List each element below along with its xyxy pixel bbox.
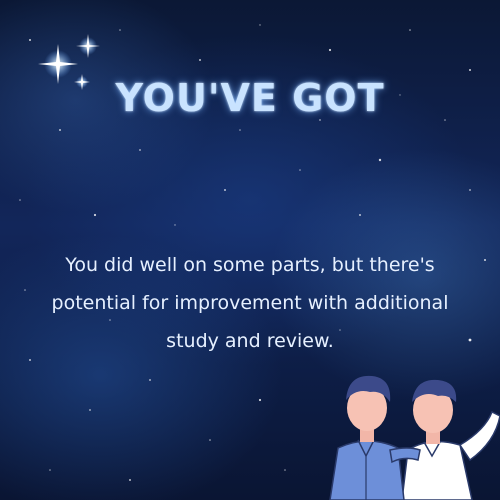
result-card: YOU'VE GOT You did well on some parts, b…	[0, 0, 500, 500]
two-people-illustration	[329, 375, 500, 500]
headline: YOU'VE GOT	[115, 76, 385, 120]
result-message: You did well on some parts, but there's …	[51, 254, 449, 352]
